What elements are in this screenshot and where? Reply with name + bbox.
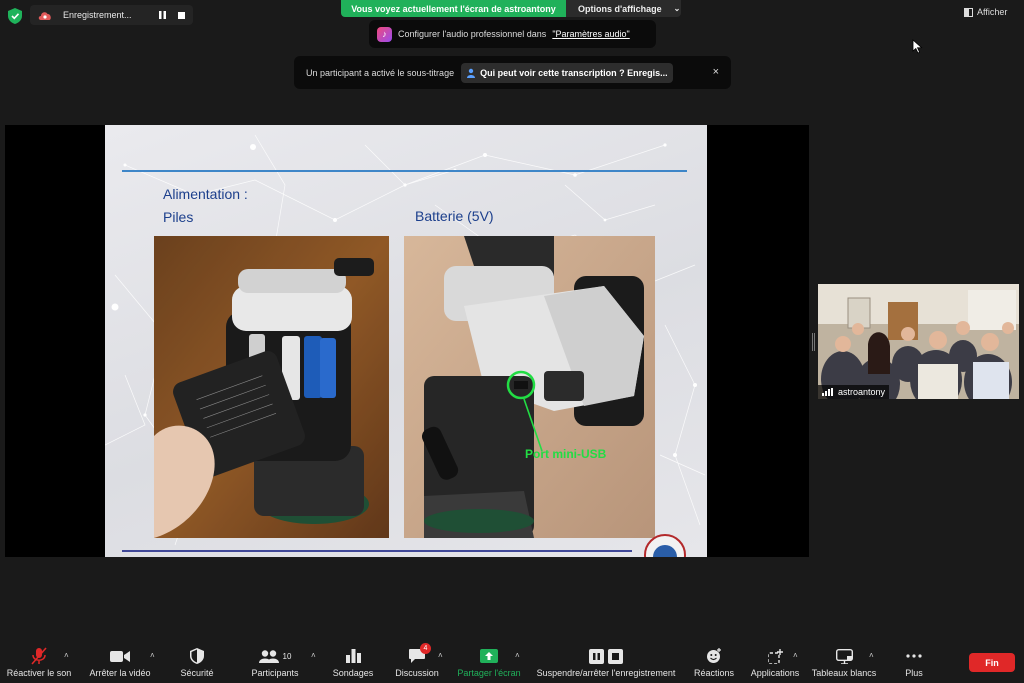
stop-video-button[interactable]: Arrêter la vidéo bbox=[87, 640, 153, 678]
music-note-icon: ♪ bbox=[377, 26, 392, 42]
astronomy-club-logo bbox=[644, 534, 686, 557]
recording-indicator: Enregistrement... bbox=[30, 5, 193, 25]
chat-options-chevron-icon[interactable]: ˄ bbox=[438, 651, 443, 660]
pro-audio-toast: ♪ Configurer l'audio professionnel dans … bbox=[369, 20, 656, 48]
audio-settings-link[interactable]: "Paramètres audio" bbox=[552, 29, 629, 39]
apps-icon bbox=[767, 648, 783, 664]
pause-recording-button[interactable] bbox=[156, 9, 169, 21]
bar-chart-icon bbox=[345, 649, 361, 663]
more-button[interactable]: Plus bbox=[902, 640, 926, 678]
smiley-icon bbox=[707, 648, 721, 663]
transcript-visibility-label: Qui peut voir cette transcription ? Enre… bbox=[480, 67, 668, 78]
whiteboard-icon bbox=[835, 648, 853, 664]
participants-label: Participants bbox=[251, 668, 299, 678]
video-camera-icon bbox=[110, 650, 130, 662]
battery-photo bbox=[154, 236, 389, 538]
presentation-slide: Alimentation : Piles Batterie (5V) Port … bbox=[105, 125, 707, 557]
mouse-cursor-icon bbox=[912, 39, 923, 54]
apps-options-chevron-icon[interactable]: ˄ bbox=[793, 651, 798, 660]
participant-video[interactable] bbox=[818, 284, 1019, 399]
stop-recording-button[interactable] bbox=[175, 9, 188, 21]
end-meeting-button[interactable]: Fin bbox=[969, 653, 1015, 672]
slide-right-title: Batterie (5V) bbox=[415, 208, 494, 224]
cloud-record-icon bbox=[38, 12, 51, 20]
pause-icon bbox=[589, 648, 604, 664]
share-screen-button[interactable]: Partager l'écran bbox=[456, 640, 522, 678]
meeting-toolbar: Réactiver le son ˄ Arrêter la vidéo ˄ Sé… bbox=[0, 640, 1024, 683]
apps-label: Applications bbox=[750, 668, 800, 678]
whiteboards-label: Tableaux blancs bbox=[811, 668, 877, 678]
share-banner-text: Vous voyez actuellement l'écran de astro… bbox=[341, 0, 566, 17]
whiteboards-options-chevron-icon[interactable]: ˄ bbox=[869, 651, 874, 660]
mini-usb-annotation: Port mini-USB bbox=[525, 447, 607, 461]
participants-options-chevron-icon[interactable]: ˄ bbox=[311, 651, 316, 660]
share-options-chevron-icon[interactable]: ˄ bbox=[515, 651, 520, 660]
slide-title-line1: Alimentation : bbox=[163, 186, 248, 202]
stop-video-label: Arrêter la vidéo bbox=[89, 668, 151, 678]
pause-icon bbox=[159, 11, 166, 19]
audio-options-chevron-icon[interactable]: ˄ bbox=[64, 651, 69, 660]
connection-signal-icon bbox=[822, 388, 834, 396]
participants-count: 10 bbox=[282, 651, 292, 661]
view-options-button[interactable]: Options d'affichage ⌄ bbox=[566, 0, 681, 17]
chat-button[interactable]: 4 Discussion bbox=[395, 640, 439, 678]
pause-stop-recording-label: Suspendre/arrêter l'enregistrement bbox=[536, 668, 676, 678]
slide-top-rule bbox=[122, 170, 687, 172]
security-label: Sécurité bbox=[180, 668, 214, 678]
show-panel-label: Afficher bbox=[977, 7, 1008, 17]
polls-button[interactable]: Sondages bbox=[331, 640, 375, 678]
screen-share-banner: Vous voyez actuellement l'écran de astro… bbox=[341, 0, 681, 17]
participants-icon bbox=[258, 649, 279, 663]
stop-icon bbox=[178, 11, 185, 19]
participant-name-tag: astroantony bbox=[818, 385, 890, 399]
pause-stop-recording-button[interactable]: Suspendre/arrêter l'enregistrement bbox=[533, 640, 679, 678]
chevron-down-icon: ⌄ bbox=[673, 4, 681, 13]
person-icon bbox=[467, 68, 476, 78]
security-shield-icon[interactable] bbox=[8, 8, 22, 24]
slide-title-line2: Piles bbox=[163, 209, 194, 225]
reactions-button[interactable]: Réactions bbox=[694, 640, 734, 678]
microphone-muted-icon bbox=[31, 647, 47, 665]
unmute-label: Réactiver le son bbox=[6, 668, 72, 678]
close-icon[interactable]: × bbox=[713, 66, 719, 78]
transcript-visibility-button[interactable]: Qui peut voir cette transcription ? Enre… bbox=[461, 62, 673, 83]
stop-icon bbox=[608, 648, 623, 664]
chat-unread-badge: 4 bbox=[420, 643, 431, 654]
security-button[interactable]: Sécurité bbox=[178, 640, 216, 678]
video-options-chevron-icon[interactable]: ˄ bbox=[150, 651, 155, 660]
show-panel-button[interactable]: Afficher bbox=[964, 4, 1016, 20]
chat-label: Discussion bbox=[395, 668, 439, 678]
polls-label: Sondages bbox=[332, 668, 374, 678]
captions-toast-text: Un participant a activé le sous-titrage bbox=[306, 67, 455, 78]
mount-photo bbox=[404, 236, 655, 538]
share-screen-label: Partager l'écran bbox=[457, 668, 521, 678]
unmute-button[interactable]: Réactiver le son bbox=[7, 640, 71, 678]
view-options-label: Options d'affichage bbox=[578, 3, 662, 14]
audio-toast-text: Configurer l'audio professionnel dans bbox=[398, 29, 547, 39]
slide-bottom-rule bbox=[122, 550, 632, 552]
participant-name: astroantony bbox=[838, 387, 886, 397]
share-screen-icon bbox=[480, 649, 498, 663]
whiteboards-button[interactable]: Tableaux blancs bbox=[811, 640, 877, 678]
panel-icon bbox=[964, 7, 973, 17]
panel-resize-handle[interactable] bbox=[812, 333, 815, 351]
recording-label: Enregistrement... bbox=[63, 10, 132, 20]
participants-button[interactable]: 10 Participants bbox=[250, 640, 300, 678]
captions-toast: Un participant a activé le sous-titrage … bbox=[294, 56, 731, 89]
more-label: Plus bbox=[905, 668, 923, 678]
security-shield-icon bbox=[190, 648, 204, 664]
more-dots-icon bbox=[906, 654, 922, 658]
reactions-label: Réactions bbox=[693, 668, 735, 678]
